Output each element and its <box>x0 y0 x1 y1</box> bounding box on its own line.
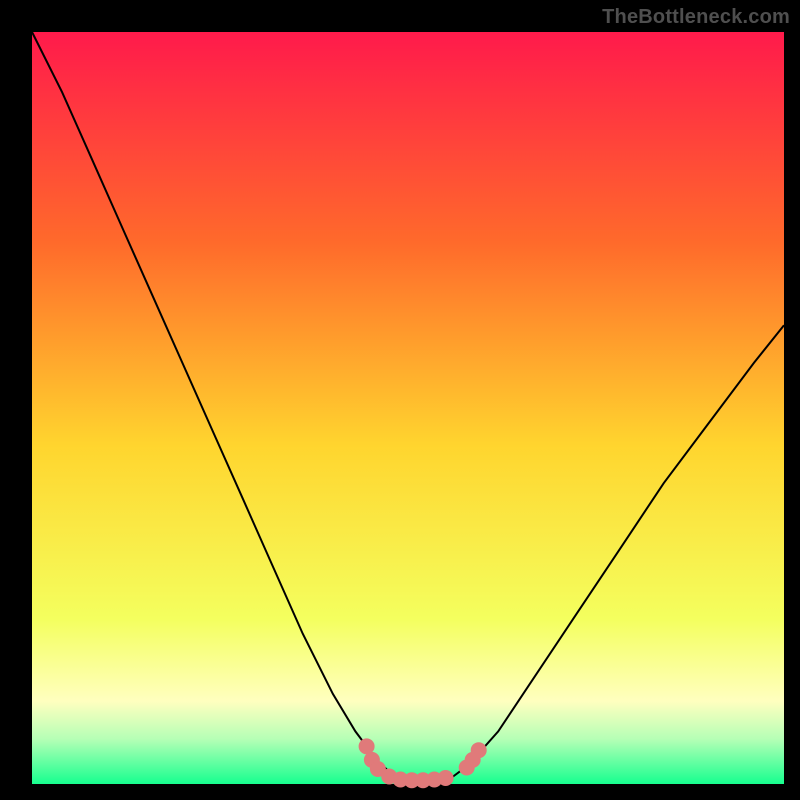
marker-point <box>438 770 454 786</box>
bottleneck-chart <box>0 0 800 800</box>
marker-point <box>471 742 487 758</box>
plot-background <box>32 32 784 784</box>
chart-frame: TheBottleneck.com <box>0 0 800 800</box>
watermark-text: TheBottleneck.com <box>602 6 790 29</box>
